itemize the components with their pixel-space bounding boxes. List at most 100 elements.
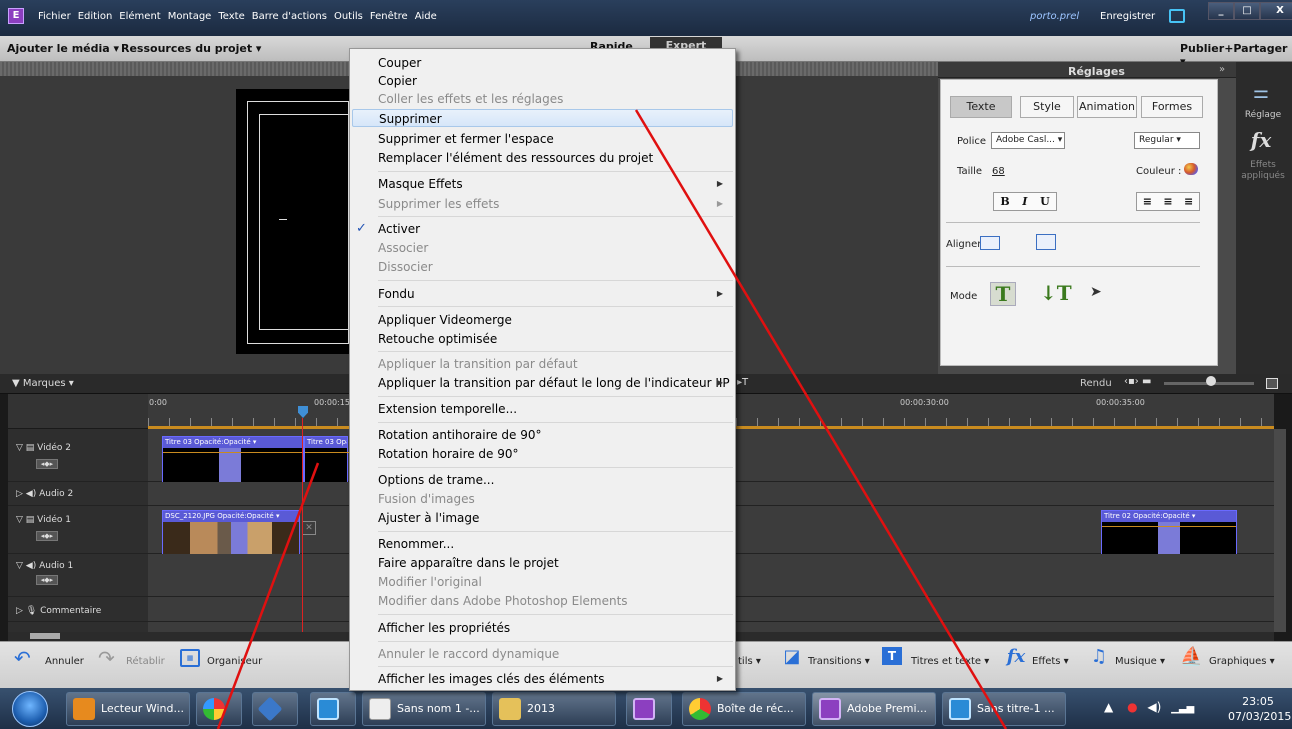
taskbar-clock[interactable]: 23:05 07/03/2015 [1228, 694, 1291, 724]
organizer-button[interactable]: Organiseur [207, 656, 262, 667]
taskbar-photoshop[interactable] [310, 692, 356, 726]
zoom-slider-handle[interactable] [1206, 376, 1216, 386]
zoom-out-icon[interactable]: ‹▪› ▬ [1124, 376, 1151, 387]
taskbar-sans-titre[interactable]: Sans titre-1 ... [942, 692, 1066, 726]
keyframe-nav-control[interactable]: ◂◆▸ [36, 575, 58, 585]
effects-button[interactable]: Effets ▾ [1032, 656, 1069, 667]
menu-item-fondu[interactable]: Fondu ▶ [378, 285, 733, 303]
clip-titre-02[interactable]: Titre 02 Opacité:Opacité ▾ [1101, 510, 1237, 554]
clip-dsc-2120[interactable]: DSC_2120.JPG Opacité:Opacité ▾ [162, 510, 300, 554]
menu-item-copier[interactable]: Copier [378, 72, 733, 90]
menu-outils[interactable]: Outils [334, 11, 363, 22]
maximize-button[interactable]: □ [1234, 2, 1260, 20]
organizer-icon[interactable]: ▦ [180, 649, 200, 667]
taskbar-media-player[interactable]: Lecteur Wind... [66, 692, 190, 726]
menu-item-faire-apparaitre[interactable]: Faire apparaître dans le projet [378, 554, 733, 572]
menu-item-renommer[interactable]: Renommer... [378, 535, 733, 553]
graphics-button[interactable]: Graphiques ▾ [1209, 656, 1275, 667]
font-dropdown[interactable]: Adobe Casl... ▾ [991, 132, 1065, 149]
menu-item-images-cles[interactable]: Afficher les images clés des éléments ▶ [378, 670, 733, 688]
menu-fichier[interactable]: Fichier [38, 11, 71, 22]
menu-aide[interactable]: Aide [415, 11, 437, 22]
menu-texte[interactable]: Texte [218, 11, 244, 22]
menu-item-supprimer-fermer[interactable]: Supprimer et fermer l'espace [378, 130, 733, 148]
menu-item-modifier-original[interactable]: Modifier l'original [378, 573, 733, 591]
network-icon[interactable]: ▁▃▅ [1171, 703, 1194, 714]
menu-item-modifier-photoshop[interactable]: Modifier dans Adobe Photoshop Elements [378, 592, 733, 610]
transitions-button[interactable]: Transitions ▾ [808, 656, 870, 667]
transitions-icon[interactable]: ◪ [782, 647, 802, 667]
menu-fenetre[interactable]: Fenêtre [370, 11, 408, 22]
adjust-sliders-icon[interactable]: ⚌ [1248, 82, 1274, 104]
menu-item-remplacer[interactable]: Remplacer l'élément des ressources du pr… [378, 149, 733, 167]
select-arrow-icon[interactable]: ➤ [1090, 284, 1104, 300]
menu-item-supprimer-effets[interactable]: Supprimer les effets ▶ [378, 195, 733, 213]
vertical-text-icon[interactable]: ↓T [1040, 282, 1072, 306]
titles-icon[interactable]: T [882, 647, 902, 665]
color-picker-icon[interactable] [1184, 163, 1198, 175]
taskbar-chrome[interactable]: Boîte de réc... [682, 692, 806, 726]
menu-item-supprimer[interactable]: Supprimer [352, 109, 733, 127]
graphics-icon[interactable]: ⛵ [1180, 647, 1202, 667]
redo-button[interactable]: Rétablir [126, 656, 165, 667]
align-left-button[interactable]: ≡ [1143, 193, 1152, 210]
menu-montage[interactable]: Montage [168, 11, 212, 22]
horizontal-text-icon[interactable]: T [990, 282, 1016, 306]
menu-item-dissocier[interactable]: Dissocier [378, 258, 733, 276]
menu-item-associer[interactable]: Associer [378, 239, 733, 257]
menu-item-fusion[interactable]: Fusion d'images [378, 490, 733, 508]
show-hidden-icons-icon[interactable]: ▲ [1104, 700, 1113, 714]
style-dropdown[interactable]: Regular ▾ [1134, 132, 1200, 149]
menu-item-ajuster[interactable]: Ajuster à l'image [378, 509, 733, 527]
menu-item-annuler-raccord[interactable]: Annuler le raccord dynamique [378, 645, 733, 663]
tab-formes[interactable]: Formes [1141, 96, 1203, 118]
music-button[interactable]: Musique ▾ [1115, 656, 1165, 667]
redo-icon[interactable]: ↷ [98, 648, 124, 668]
render-button[interactable]: Rendu [1080, 378, 1112, 389]
menu-element[interactable]: Elément [119, 11, 160, 22]
align-vertical-icon[interactable] [1036, 234, 1056, 250]
markers-menu[interactable]: ▼ Marques ▾ [12, 378, 74, 389]
underline-button[interactable]: U [1040, 193, 1050, 210]
taskbar-folder-2013[interactable]: 2013 [492, 692, 616, 726]
taskbar-app[interactable] [252, 692, 298, 726]
bold-button[interactable]: B [1000, 193, 1009, 210]
menu-item-couper[interactable]: Couper [378, 54, 733, 72]
volume-icon[interactable]: ◀) [1147, 700, 1161, 714]
vertical-scrollbar[interactable] [1274, 429, 1286, 632]
keyframe-nav-control[interactable]: ◂◆▸ [36, 459, 58, 469]
tab-style[interactable]: Style [1020, 96, 1074, 118]
project-resources-button[interactable]: Ressources du projet ▾ [121, 42, 261, 55]
menu-item-rotation-anti[interactable]: Rotation antihoraire de 90° [378, 426, 733, 444]
keyframe-nav-control[interactable]: ◂◆▸ [36, 531, 58, 541]
clip-titre-03[interactable]: Titre 03 Opacité:Opacité ▾ [162, 436, 304, 482]
add-media-button[interactable]: Ajouter le média ▾ [7, 42, 119, 55]
menu-item-retouche[interactable]: Retouche optimisée [378, 330, 733, 348]
minimize-button[interactable]: _ [1208, 2, 1234, 20]
taskbar-adobe-premiere[interactable]: Adobe Premi... [812, 692, 936, 726]
antivirus-icon[interactable]: ● [1127, 700, 1137, 714]
menu-edition[interactable]: Edition [78, 11, 113, 22]
save-button[interactable]: Enregistrer [1100, 11, 1155, 22]
zoom-fit-icon[interactable] [1266, 378, 1278, 389]
align-center-button[interactable]: ≡ [1163, 193, 1172, 210]
collapse-panel-icon[interactable]: » [1219, 64, 1225, 75]
tab-texte[interactable]: Texte [950, 96, 1012, 118]
taskbar-premiere-small[interactable] [626, 692, 672, 726]
menu-item-proprietes[interactable]: Afficher les propriétés [378, 619, 733, 637]
link-icon[interactable]: ✕ [302, 521, 316, 535]
menu-item-options-trame[interactable]: Options de trame... [378, 471, 733, 489]
italic-button[interactable]: I [1022, 193, 1027, 210]
tools-menu[interactable]: tils ▾ [738, 656, 761, 667]
titles-button[interactable]: Titres et texte ▾ [911, 656, 989, 667]
align-horizontal-icon[interactable] [980, 236, 1000, 250]
tab-animation[interactable]: Animation [1077, 96, 1137, 118]
monitor-icon[interactable] [1169, 9, 1185, 23]
taskbar-picasa[interactable] [196, 692, 242, 726]
start-button-icon[interactable] [12, 691, 48, 727]
music-icon[interactable]: ♫ [1089, 647, 1109, 667]
size-field[interactable]: 68 [992, 166, 1005, 177]
menu-barre-actions[interactable]: Barre d'actions [252, 11, 327, 22]
clip-titre-03-b[interactable]: Titre 03 Opac [304, 436, 349, 482]
close-button[interactable]: X [1260, 2, 1292, 20]
